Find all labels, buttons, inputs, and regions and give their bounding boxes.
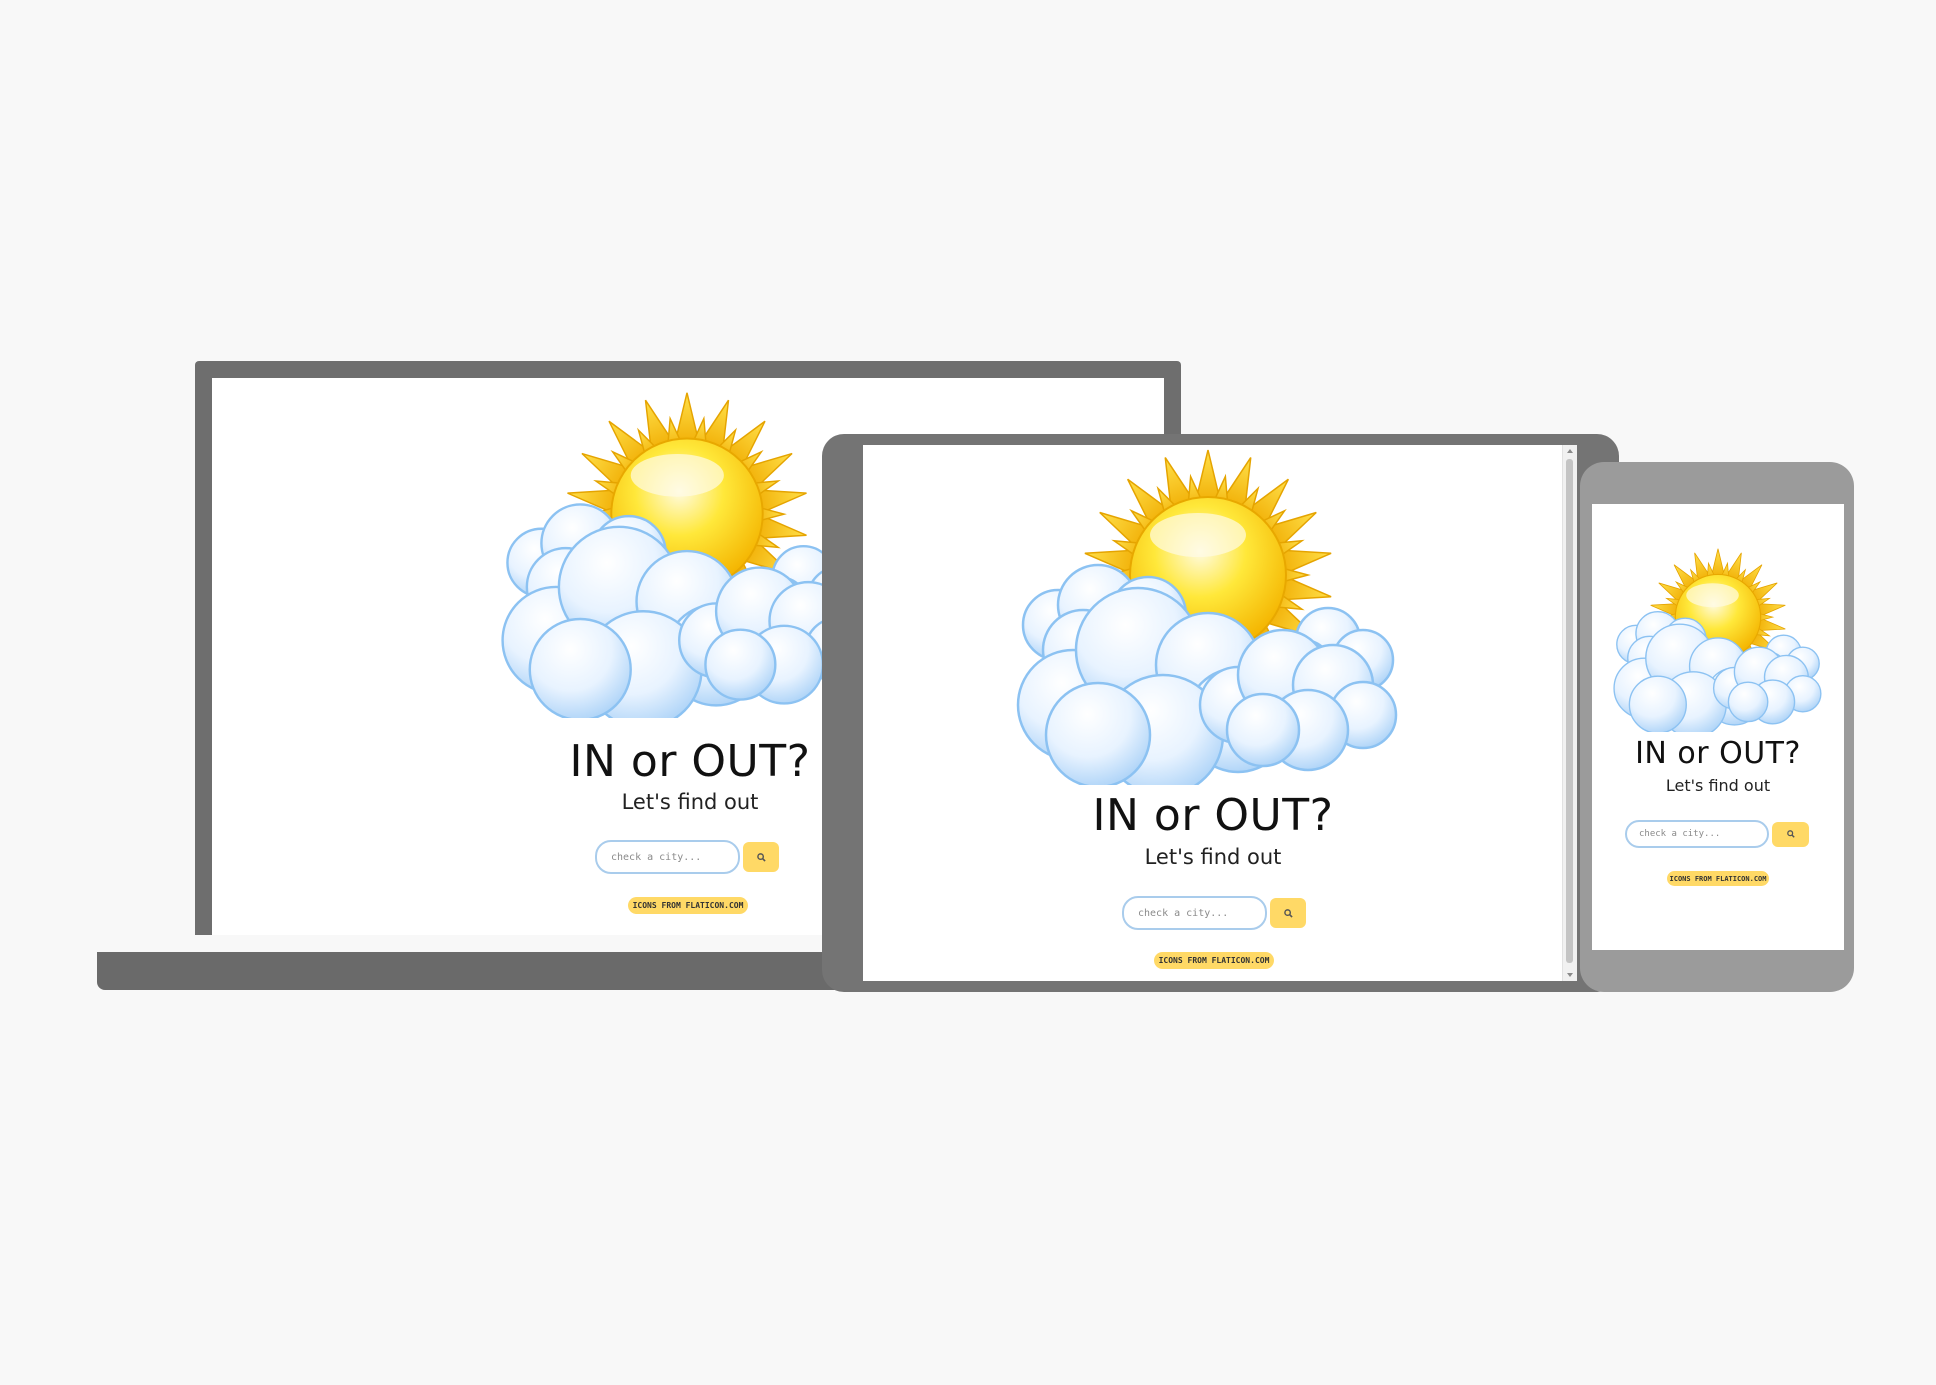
scroll-down-arrow-icon[interactable] bbox=[1567, 973, 1573, 977]
credit-link[interactable]: ICONS FROM FLATICON.COM bbox=[628, 897, 748, 914]
search-icon bbox=[756, 852, 766, 862]
weather-app-tablet: IN or OUT? Let's find out ICONS FROM FLA… bbox=[863, 445, 1563, 981]
device-mockup-stage: IN or OUT? Let's find out ICONS FROM FLA… bbox=[0, 0, 1936, 1385]
credit-link[interactable]: ICONS FROM FLATICON.COM bbox=[1154, 952, 1274, 969]
city-search-input[interactable] bbox=[595, 840, 740, 874]
app-subtitle: Let's find out bbox=[1665, 776, 1771, 795]
sun-behind-clouds-icon bbox=[1613, 548, 1822, 732]
search-button[interactable] bbox=[743, 842, 779, 872]
scroll-up-arrow-icon[interactable] bbox=[1567, 449, 1573, 453]
search-form bbox=[595, 840, 779, 874]
tablet-screen: IN or OUT? Let's find out ICONS FROM FLA… bbox=[863, 445, 1577, 981]
search-form bbox=[1122, 896, 1306, 930]
search-icon bbox=[1283, 908, 1293, 918]
sun-behind-clouds-icon bbox=[1016, 448, 1398, 785]
search-button[interactable] bbox=[1270, 898, 1306, 928]
search-icon bbox=[1786, 830, 1795, 838]
app-title: IN or OUT? bbox=[1092, 790, 1334, 841]
city-search-input[interactable] bbox=[1625, 820, 1769, 848]
search-form bbox=[1625, 820, 1809, 848]
search-button[interactable] bbox=[1772, 821, 1809, 847]
city-search-input[interactable] bbox=[1122, 896, 1267, 930]
weather-app-phone: IN or OUT? Let's find out ICONS FROM FLA… bbox=[1592, 504, 1844, 950]
app-subtitle: Let's find out bbox=[1144, 845, 1282, 869]
credit-link[interactable]: ICONS FROM FLATICON.COM bbox=[1667, 871, 1769, 886]
app-title: IN or OUT? bbox=[1635, 736, 1801, 771]
phone-screen: IN or OUT? Let's find out ICONS FROM FLA… bbox=[1592, 504, 1844, 950]
scrollbar-thumb[interactable] bbox=[1566, 459, 1573, 963]
vertical-scrollbar[interactable] bbox=[1562, 445, 1577, 981]
